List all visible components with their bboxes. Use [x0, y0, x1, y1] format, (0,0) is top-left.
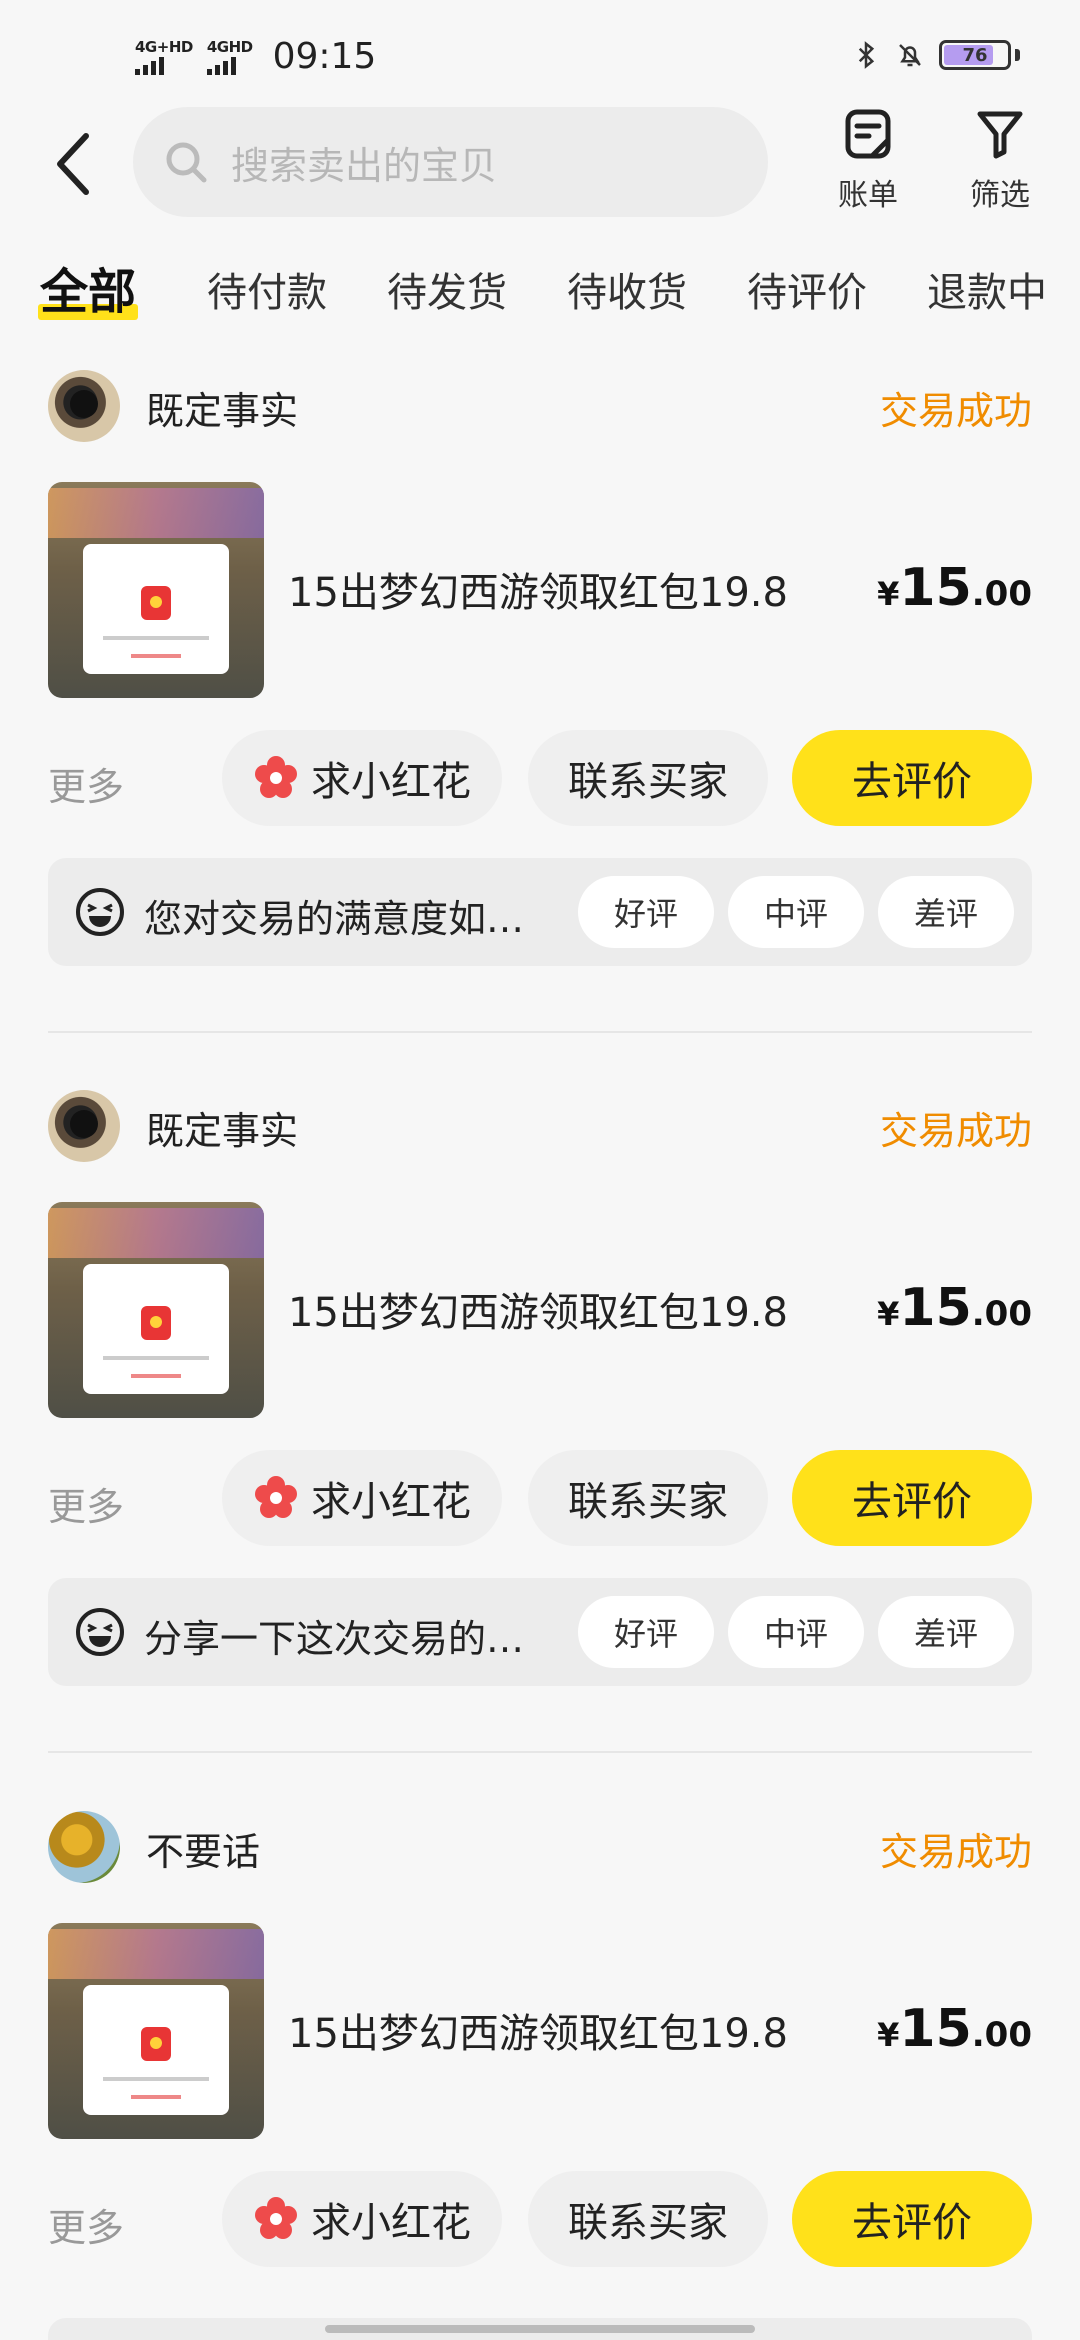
sim1-label: 4G+HD: [135, 37, 193, 56]
back-arrow-icon[interactable]: [50, 130, 100, 198]
rating-bad-button[interactable]: 差评: [878, 1596, 1014, 1668]
tab-refunding[interactable]: 退款中: [927, 260, 1047, 318]
item-thumbnail[interactable]: [48, 1202, 264, 1418]
item-title[interactable]: 15出梦幻西游领取红包19.8: [288, 2001, 788, 2059]
item-price: ¥15.00: [877, 1278, 1032, 1338]
request-flower-label: 求小红花: [311, 2200, 471, 2246]
seller-name[interactable]: 既定事实: [146, 380, 298, 435]
status-bar: 4G+HD 4GHD 09:15 76: [0, 0, 1080, 110]
seller-row[interactable]: 既定事实 交易成功: [48, 1090, 1032, 1170]
seller-row[interactable]: 不要话 交易成功: [48, 1811, 1032, 1891]
avatar[interactable]: [48, 370, 120, 442]
divider: [48, 1031, 1032, 1033]
mute-bell-icon: [899, 44, 921, 67]
order-item[interactable]: 15出梦幻西游领取红包19.8 ¥15.00: [48, 1202, 1032, 1418]
tab-all[interactable]: 全部: [38, 252, 139, 322]
item-price: ¥15.00: [877, 558, 1032, 618]
order-actions: 更多 求小红花 联系买家 去评价: [48, 730, 1032, 826]
request-flower-label: 求小红花: [311, 1479, 471, 1525]
order-item[interactable]: 15出梦幻西游领取红包19.8 ¥15.00: [48, 1923, 1032, 2139]
seller-name[interactable]: 不要话: [146, 1821, 260, 1876]
divider: [48, 1751, 1032, 1753]
contact-buyer-button[interactable]: 联系买家: [528, 2171, 768, 2267]
item-price: ¥15.00: [877, 1999, 1032, 2059]
order-status: 交易成功: [879, 1109, 1032, 1153]
laughing-face-icon: [76, 1608, 124, 1656]
sim1-signal-icon: 4G+HD: [135, 39, 193, 75]
order-status-tabs: 全部 待付款 待发货 待收货 待评价 退款中: [0, 250, 1080, 330]
more-button[interactable]: 更多: [48, 1476, 124, 1531]
filter-label: 筛选: [970, 178, 1030, 213]
clock: 09:15: [272, 36, 377, 77]
seller-row[interactable]: 既定事实 交易成功: [48, 370, 1032, 450]
sim2-signal-icon: 4GHD: [206, 37, 253, 75]
rating-prompt: 您对交易的满意度如…: [144, 897, 525, 941]
review-button[interactable]: 去评价: [792, 2171, 1032, 2267]
search-placeholder: 搜索卖出的宝贝: [231, 143, 498, 188]
bill-icon: [845, 109, 891, 159]
review-button[interactable]: 去评价: [792, 730, 1032, 826]
tab-pending-receipt[interactable]: 待收货: [567, 260, 687, 318]
rating-neutral-button[interactable]: 中评: [728, 1596, 864, 1668]
request-flower-button[interactable]: 求小红花: [222, 2171, 502, 2267]
bill-label: 账单: [838, 178, 898, 213]
rating-good-button[interactable]: 好评: [578, 1596, 714, 1668]
filter-icon: [977, 111, 1023, 159]
battery-icon: 76: [939, 40, 1011, 70]
item-title[interactable]: 15出梦幻西游领取红包19.8: [288, 560, 788, 618]
order-status: 交易成功: [879, 389, 1032, 433]
tab-pending-shipment[interactable]: 待发货: [387, 260, 507, 318]
sim2-label: 4GHD: [206, 37, 253, 56]
header: 搜索卖出的宝贝 账单 筛选: [0, 100, 1080, 225]
rating-panel: 您对交易的满意度如… 好评 中评 差评: [48, 858, 1032, 966]
order-actions: 更多 求小红花 联系买家 去评价: [48, 1450, 1032, 1546]
review-button[interactable]: 去评价: [792, 1450, 1032, 1546]
item-title[interactable]: 15出梦幻西游领取红包19.8: [288, 1280, 788, 1338]
request-flower-label: 求小红花: [311, 759, 471, 805]
flower-icon: [255, 2197, 297, 2239]
tab-pending-review[interactable]: 待评价: [747, 260, 867, 318]
filter-button[interactable]: 筛选: [950, 108, 1050, 214]
home-indicator[interactable]: [325, 2325, 755, 2333]
search-icon: [166, 142, 207, 183]
laughing-face-icon: [76, 888, 124, 936]
order-status: 交易成功: [879, 1830, 1032, 1874]
avatar[interactable]: [48, 1811, 120, 1883]
item-thumbnail[interactable]: [48, 482, 264, 698]
contact-buyer-button[interactable]: 联系买家: [528, 1450, 768, 1546]
order-actions: 更多 求小红花 联系买家 去评价: [48, 2171, 1032, 2267]
flower-icon: [255, 756, 297, 798]
seller-name[interactable]: 既定事实: [146, 1100, 298, 1155]
bill-button[interactable]: 账单: [818, 108, 918, 214]
request-flower-button[interactable]: 求小红花: [222, 730, 502, 826]
rating-neutral-button[interactable]: 中评: [728, 876, 864, 948]
more-button[interactable]: 更多: [48, 2197, 124, 2252]
rating-panel: 分享一下这次交易的… 好评 中评 差评: [48, 1578, 1032, 1686]
avatar[interactable]: [48, 1090, 120, 1162]
item-thumbnail[interactable]: [48, 1923, 264, 2139]
more-button[interactable]: 更多: [48, 756, 124, 811]
rating-prompt: 分享一下这次交易的…: [144, 1617, 525, 1661]
contact-buyer-button[interactable]: 联系买家: [528, 730, 768, 826]
order-item[interactable]: 15出梦幻西游领取红包19.8 ¥15.00: [48, 482, 1032, 698]
rating-bad-button[interactable]: 差评: [878, 876, 1014, 948]
battery-level: 76: [962, 44, 988, 66]
rating-good-button[interactable]: 好评: [578, 876, 714, 948]
request-flower-button[interactable]: 求小红花: [222, 1450, 502, 1546]
flower-icon: [255, 1476, 297, 1518]
bluetooth-icon: [858, 41, 875, 69]
tab-pending-payment[interactable]: 待付款: [207, 260, 327, 318]
search-input[interactable]: 搜索卖出的宝贝: [133, 107, 768, 217]
